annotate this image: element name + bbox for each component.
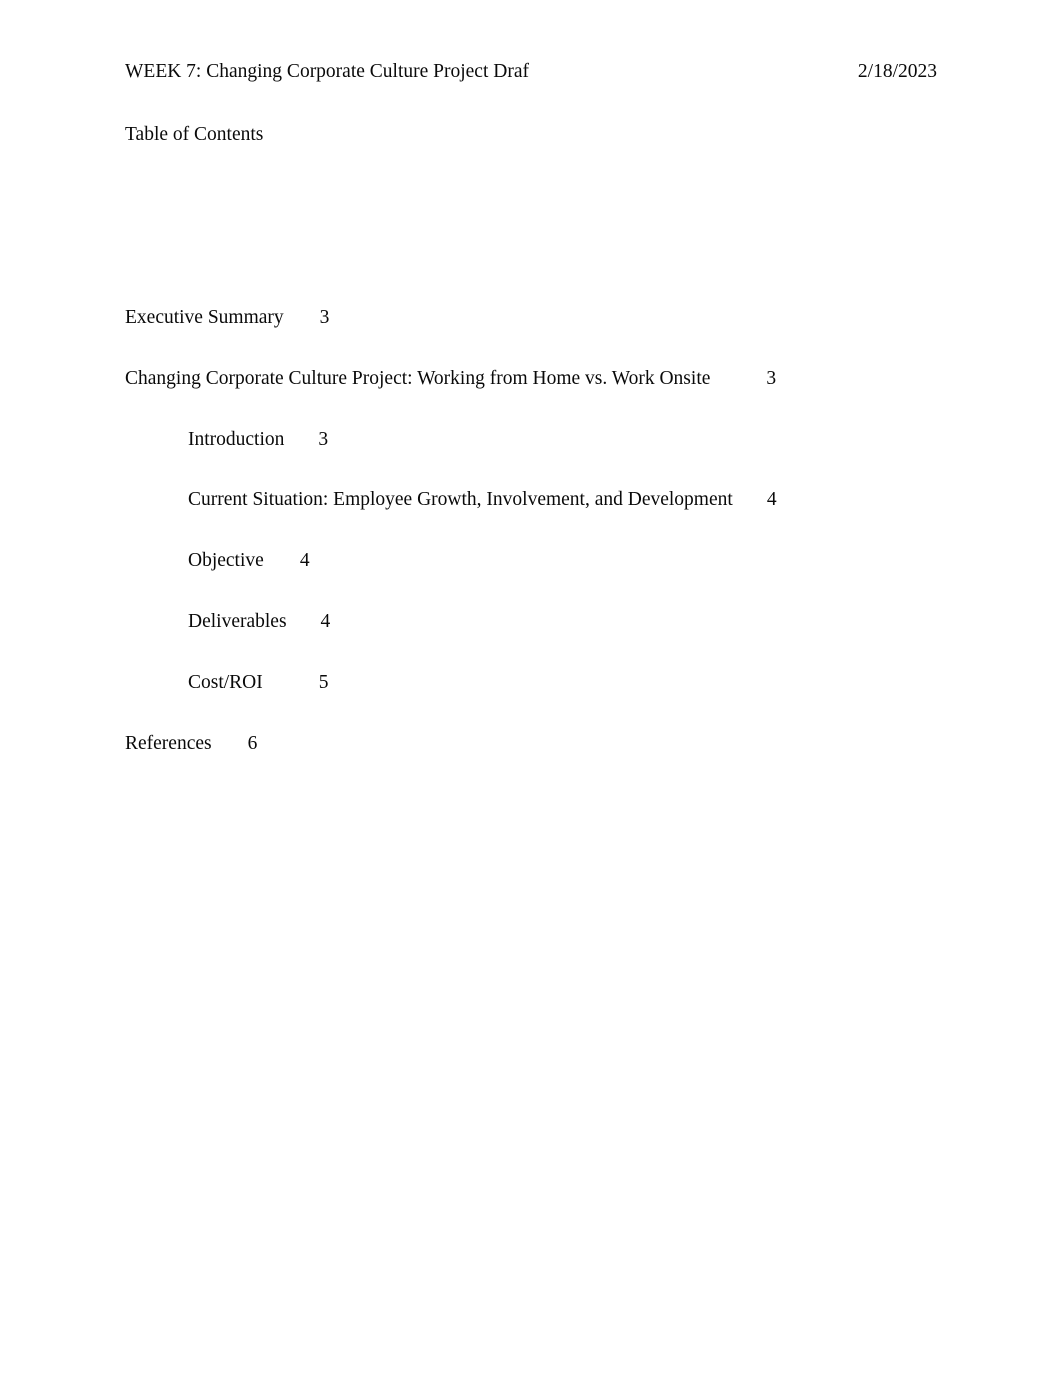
toc-entry-page-number: 4 (766, 489, 777, 511)
document-page: WEEK 7: Changing Corporate Culture Proje… (0, 0, 1062, 1376)
toc-entry[interactable]: Objective 4 (125, 549, 985, 610)
toc-entry-page-number: 4 (299, 550, 310, 572)
toc-entry[interactable]: Changing Corporate Culture Project: Work… (125, 367, 985, 428)
header-date: 2/18/2023 (857, 61, 937, 82)
toc-entry-page-number: 4 (320, 610, 331, 632)
toc-entry-page-number: 6 (247, 732, 258, 754)
toc-entry-label: Deliverables (188, 610, 287, 632)
toc-entry-page-number: 3 (319, 307, 330, 328)
toc-entry-page-number: 5 (318, 671, 329, 693)
toc-entry[interactable]: Deliverables 4 (125, 610, 985, 671)
toc-entry[interactable]: Cost/ROI 5 (125, 671, 985, 732)
toc-entry-label: Cost/ROI (188, 671, 263, 693)
toc-entry-label: Changing Corporate Culture Project: Work… (125, 367, 711, 389)
toc-entry[interactable]: Current Situation: Employee Growth, Invo… (125, 488, 985, 549)
toc-entry[interactable]: References 6 (125, 732, 985, 793)
toc-entry-label: Executive Summary (125, 307, 284, 328)
toc-entry-label: Introduction (188, 428, 285, 450)
document-header: WEEK 7: Changing Corporate Culture Proje… (125, 60, 937, 84)
table-of-contents-list: Executive Summary 3 Changing Corporate C… (125, 306, 985, 792)
header-title: WEEK 7: Changing Corporate Culture Proje… (125, 61, 529, 82)
toc-entry-label: Current Situation: Employee Growth, Invo… (188, 489, 733, 511)
toc-entry-page-number: 3 (766, 367, 777, 389)
toc-entry-label: References (125, 732, 212, 754)
toc-entry-page-number: 3 (318, 428, 329, 450)
toc-entry-label: Objective (188, 550, 264, 572)
toc-entry[interactable]: Executive Summary 3 (125, 306, 985, 367)
toc-entry[interactable]: Introduction 3 (125, 428, 985, 489)
table-of-contents-heading: Table of Contents (125, 124, 264, 145)
